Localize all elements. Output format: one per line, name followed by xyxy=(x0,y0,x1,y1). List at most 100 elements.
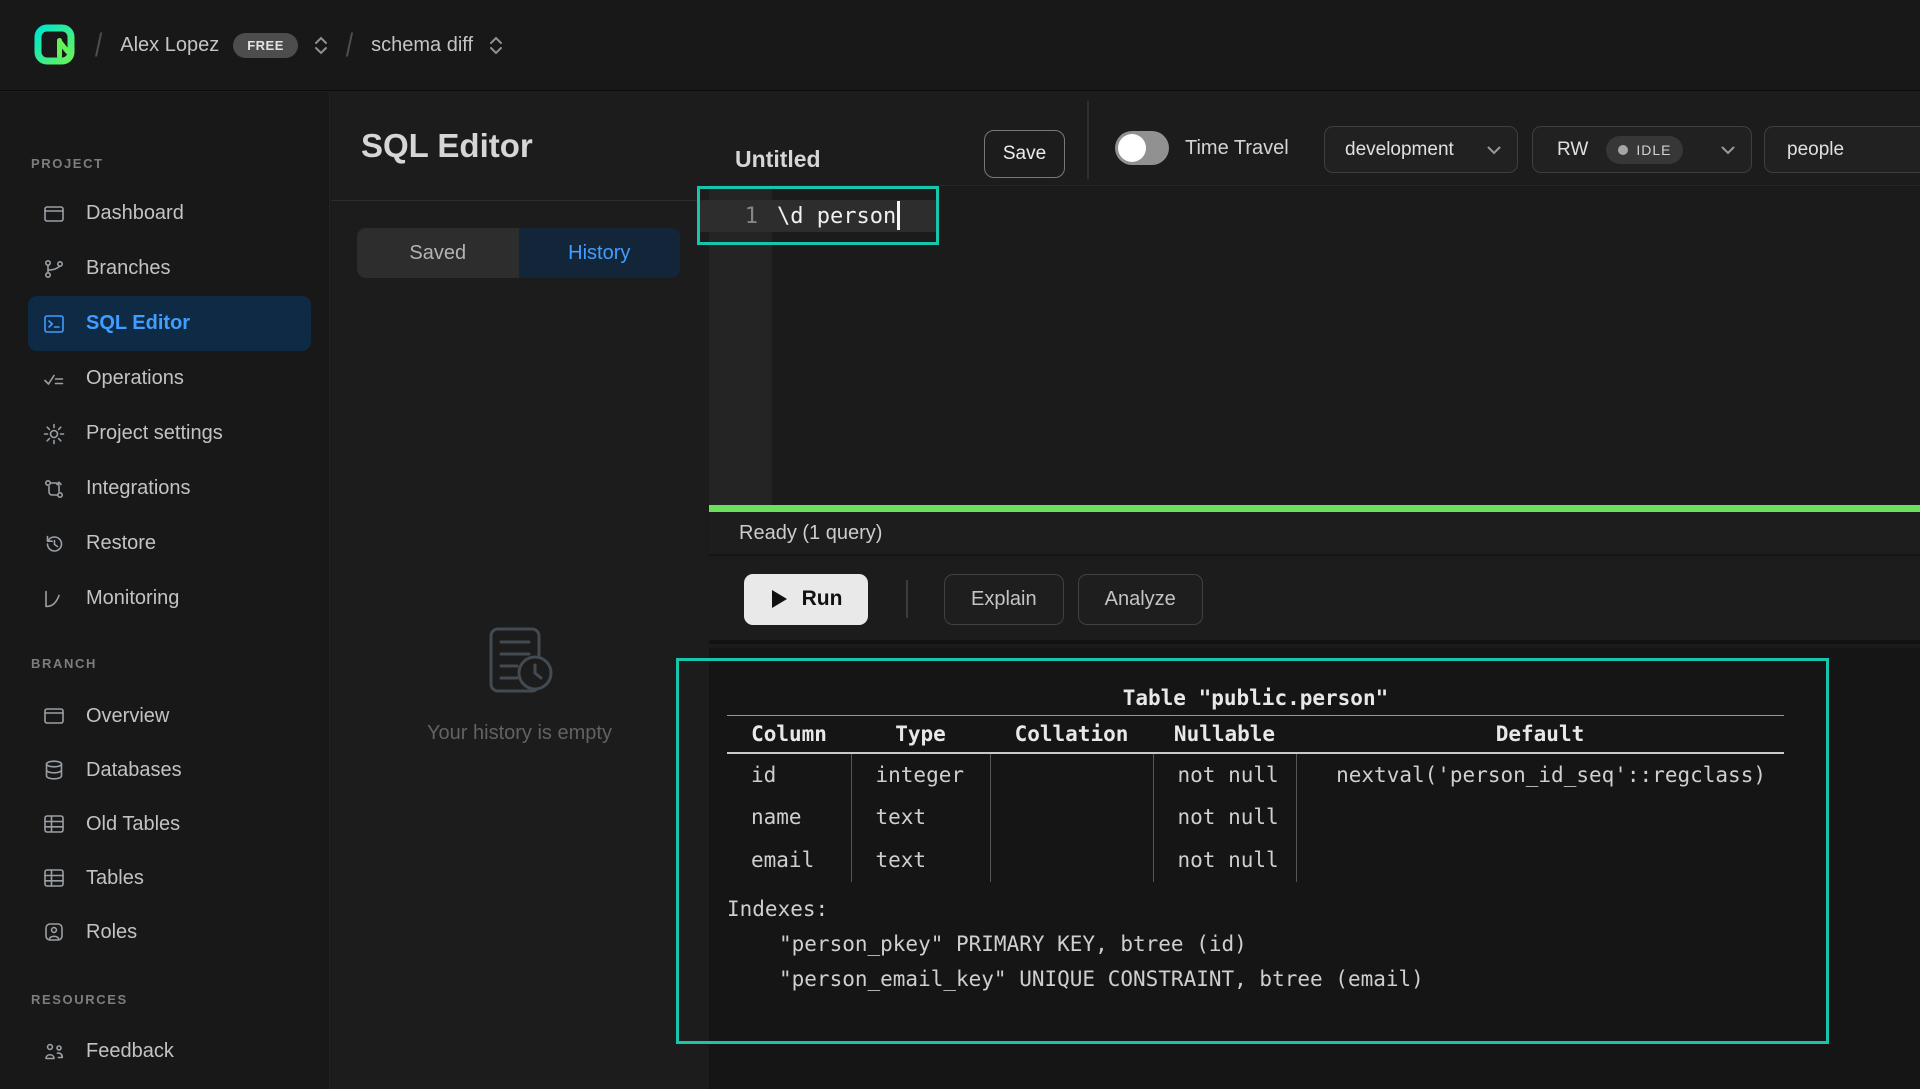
toggle-knob xyxy=(1118,134,1146,162)
terminal-icon xyxy=(42,312,66,336)
cell xyxy=(990,839,1153,882)
sidebar-item-label: Tables xyxy=(86,867,144,890)
button-divider xyxy=(906,580,908,618)
explain-button[interactable]: Explain xyxy=(944,574,1064,625)
tab-saved[interactable]: Saved xyxy=(357,228,519,278)
neon-logo-icon[interactable] xyxy=(33,23,77,67)
editor-gutter xyxy=(709,187,772,505)
database-selector-value: people xyxy=(1787,139,1844,161)
play-icon xyxy=(770,589,788,609)
chevron-down-icon xyxy=(1487,139,1501,161)
code-editor[interactable] xyxy=(709,187,1920,505)
breadcrumb-project[interactable]: schema diff xyxy=(371,34,473,57)
sidebar-item-label: Old Tables xyxy=(86,813,180,836)
table-icon xyxy=(42,866,66,890)
breadcrumb-org[interactable]: Alex Lopez xyxy=(120,34,219,57)
sidebar-section-project: PROJECT xyxy=(0,154,329,174)
operations-checklist-icon xyxy=(42,367,66,391)
time-travel-toggle[interactable] xyxy=(1115,131,1169,165)
code-text[interactable]: \d person xyxy=(777,204,896,229)
cell xyxy=(990,796,1153,839)
sidebar-item-operations[interactable]: Operations xyxy=(0,351,329,406)
cell: text xyxy=(851,796,990,839)
sidebar-item-sql-editor[interactable]: SQL Editor xyxy=(28,296,311,351)
query-title[interactable]: Untitled xyxy=(735,146,821,173)
column-header: Type xyxy=(851,716,990,753)
table-row: email text not null xyxy=(727,839,1784,882)
compute-status-badge: IDLE xyxy=(1606,136,1683,164)
top-bar: / Alex Lopez FREE / schema diff xyxy=(0,0,1920,91)
sidebar-item-project-settings[interactable]: Project settings xyxy=(0,406,329,461)
database-icon xyxy=(42,758,66,782)
sidebar-item-overview[interactable]: Overview xyxy=(0,689,329,743)
integrations-icon xyxy=(42,477,66,501)
sidebar-item-label: Project settings xyxy=(86,422,223,445)
header-divider xyxy=(1087,101,1089,179)
roles-user-icon xyxy=(42,920,66,944)
cell: text xyxy=(851,839,990,882)
time-travel-label: Time Travel xyxy=(1185,137,1289,160)
line-number: 1 xyxy=(709,204,758,229)
status-bar: Ready (1 query) xyxy=(709,512,1920,556)
psql-output: Table "public.person" Column Type Collat… xyxy=(727,682,1784,997)
cell: name xyxy=(727,796,851,839)
sidebar-item-label: Dashboard xyxy=(86,202,184,225)
project-switcher-chevrons-icon[interactable] xyxy=(489,35,503,56)
compute-selector[interactable]: RW IDLE xyxy=(1532,126,1752,173)
sidebar-item-old-tables[interactable]: Old Tables xyxy=(0,797,329,851)
app-window: / Alex Lopez FREE / schema diff PROJECT … xyxy=(0,0,1920,1089)
run-button[interactable]: Run xyxy=(744,574,868,625)
sidebar-item-roles[interactable]: Roles xyxy=(0,905,329,959)
sidebar-item-label: Integrations xyxy=(86,477,191,500)
sidebar-item-label: Monitoring xyxy=(86,587,179,610)
branch-selector[interactable]: development xyxy=(1324,126,1518,173)
index-entry: "person_pkey" PRIMARY KEY, btree (id) xyxy=(727,927,1784,962)
save-button[interactable]: Save xyxy=(984,130,1065,178)
sidebar-nav: PROJECT Dashboard Branches SQL Editor Op… xyxy=(0,92,330,1089)
branch-selector-value: development xyxy=(1345,139,1454,161)
column-header: Nullable xyxy=(1153,716,1296,753)
plan-badge: FREE xyxy=(233,33,298,58)
cell xyxy=(1296,796,1784,839)
index-entry: "person_email_key" UNIQUE CONSTRAINT, bt… xyxy=(727,962,1784,997)
org-switcher-chevrons-icon[interactable] xyxy=(314,35,328,56)
sidebar-item-label: Roles xyxy=(86,921,137,944)
sidebar-item-monitoring[interactable]: Monitoring xyxy=(0,571,329,626)
sidebar-item-dashboard[interactable]: Dashboard xyxy=(0,186,329,241)
status-text: Ready (1 query) xyxy=(739,522,882,545)
result-table-header-row: Column Type Collation Nullable Default xyxy=(727,716,1784,753)
run-button-label: Run xyxy=(802,587,843,611)
result-table-title: Table "public.person" xyxy=(727,682,1784,715)
dashboard-icon xyxy=(42,202,66,226)
sidebar-section-resources: RESOURCES xyxy=(0,990,329,1010)
overview-icon xyxy=(42,704,66,728)
cell xyxy=(1296,839,1784,882)
gear-icon xyxy=(42,422,66,446)
status-dot-icon xyxy=(1618,145,1628,155)
cell: integer xyxy=(851,753,990,796)
action-bar: Run Explain Analyze xyxy=(709,558,1920,644)
analyze-button[interactable]: Analyze xyxy=(1078,574,1203,625)
sidebar-item-branches[interactable]: Branches xyxy=(0,241,329,296)
sidebar-item-databases[interactable]: Databases xyxy=(0,743,329,797)
sidebar-item-tables[interactable]: Tables xyxy=(0,851,329,905)
cell: not null xyxy=(1153,753,1296,796)
sidebar-item-label: SQL Editor xyxy=(86,312,190,335)
database-selector[interactable]: people xyxy=(1764,126,1920,173)
page-title: SQL Editor xyxy=(361,127,533,165)
feedback-people-icon xyxy=(42,1040,66,1064)
breadcrumb-separator: / xyxy=(95,26,102,65)
sidebar-item-integrations[interactable]: Integrations xyxy=(0,461,329,516)
cell: id xyxy=(727,753,851,796)
sidebar-item-label: Operations xyxy=(86,367,184,390)
sidebar-item-restore[interactable]: Restore xyxy=(0,516,329,571)
table-row: name text not null xyxy=(727,796,1784,839)
history-empty-message: Your history is empty xyxy=(331,722,708,745)
saved-history-tabs: Saved History xyxy=(357,228,680,278)
table-icon xyxy=(42,812,66,836)
query-progress-bar xyxy=(709,505,1920,512)
sidebar-item-label: Restore xyxy=(86,532,156,555)
sidebar-section-branch: BRANCH xyxy=(0,654,329,674)
sidebar-item-feedback[interactable]: Feedback xyxy=(0,1024,329,1079)
tab-history[interactable]: History xyxy=(519,228,681,278)
